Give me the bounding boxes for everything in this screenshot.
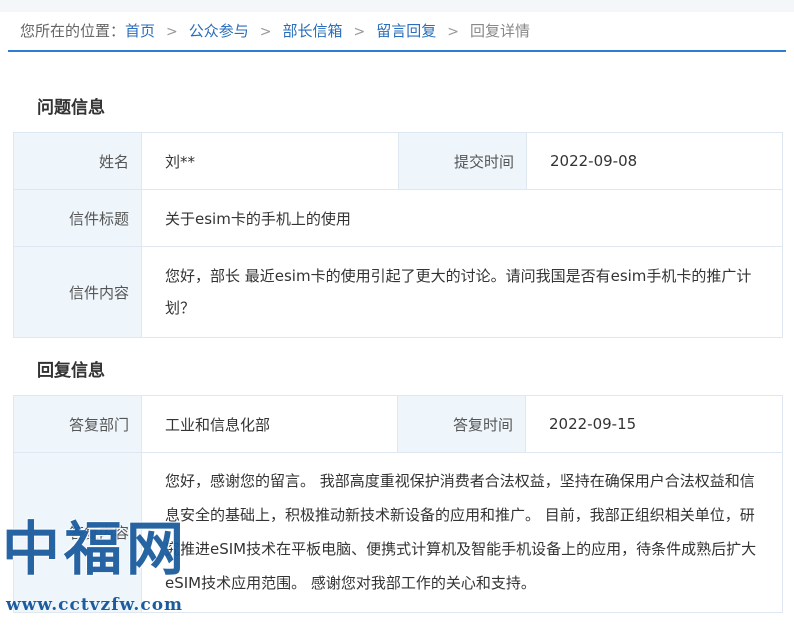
breadcrumb-link-public-participation[interactable]: 公众参与 <box>189 22 249 40</box>
reply-time-value: 2022-09-15 <box>525 395 783 453</box>
name-label: 姓名 <box>13 132 142 190</box>
breadcrumb-current: 回复详情 <box>470 22 531 40</box>
question-info-table: 姓名 刘** 提交时间 2022-09-08 信件标题 关于esim卡的手机上的… <box>13 132 783 338</box>
department-label: 答复部门 <box>13 395 142 453</box>
question-row-subject: 信件标题 关于esim卡的手机上的使用 <box>13 189 783 247</box>
top-bar <box>0 0 794 12</box>
reply-info-table: 答复部门 工业和信息化部 答复时间 2022-09-15 答复内容 您好，感谢您… <box>13 395 783 613</box>
breadcrumb-separator: > <box>447 24 460 40</box>
reply-content-label: 答复内容 <box>13 452 142 613</box>
breadcrumb-link-minister-mailbox[interactable]: 部长信箱 <box>283 22 343 40</box>
reply-content-value: 您好，感谢您的留言。 我部高度重视保护消费者合法权益，坚持在确保用户合法权益和信… <box>141 452 783 613</box>
question-row-name: 姓名 刘** 提交时间 2022-09-08 <box>13 132 783 190</box>
content-label: 信件内容 <box>13 246 142 338</box>
reply-row-department: 答复部门 工业和信息化部 答复时间 2022-09-15 <box>13 395 783 453</box>
breadcrumb-link-message-reply[interactable]: 留言回复 <box>376 22 436 40</box>
submit-time-value: 2022-09-08 <box>526 132 783 190</box>
name-value: 刘** <box>141 132 399 190</box>
content-value: 您好，部长 最近esim卡的使用引起了更大的讨论。请问我国是否有esim手机卡的… <box>141 246 783 338</box>
breadcrumb-lead: 您所在的位置： <box>20 22 126 40</box>
reply-time-label: 答复时间 <box>397 395 526 453</box>
question-row-content: 信件内容 您好，部长 最近esim卡的使用引起了更大的讨论。请问我国是否有esi… <box>13 246 783 338</box>
subject-label: 信件标题 <box>13 189 142 247</box>
breadcrumb: 您所在的位置：首页 > 公众参与 > 部长信箱 > 留言回复 > 回复详情 <box>8 12 786 52</box>
question-section-title: 问题信息 <box>37 98 105 118</box>
department-value: 工业和信息化部 <box>141 395 398 453</box>
submit-time-label: 提交时间 <box>398 132 527 190</box>
breadcrumb-separator: > <box>259 24 272 40</box>
breadcrumb-link-home[interactable]: 首页 <box>125 22 155 40</box>
reply-row-content: 答复内容 您好，感谢您的留言。 我部高度重视保护消费者合法权益，坚持在确保用户合… <box>13 452 783 613</box>
breadcrumb-separator: > <box>353 24 366 40</box>
breadcrumb-separator: > <box>166 24 178 40</box>
subject-value: 关于esim卡的手机上的使用 <box>141 189 783 247</box>
reply-section-title: 回复信息 <box>37 361 105 381</box>
